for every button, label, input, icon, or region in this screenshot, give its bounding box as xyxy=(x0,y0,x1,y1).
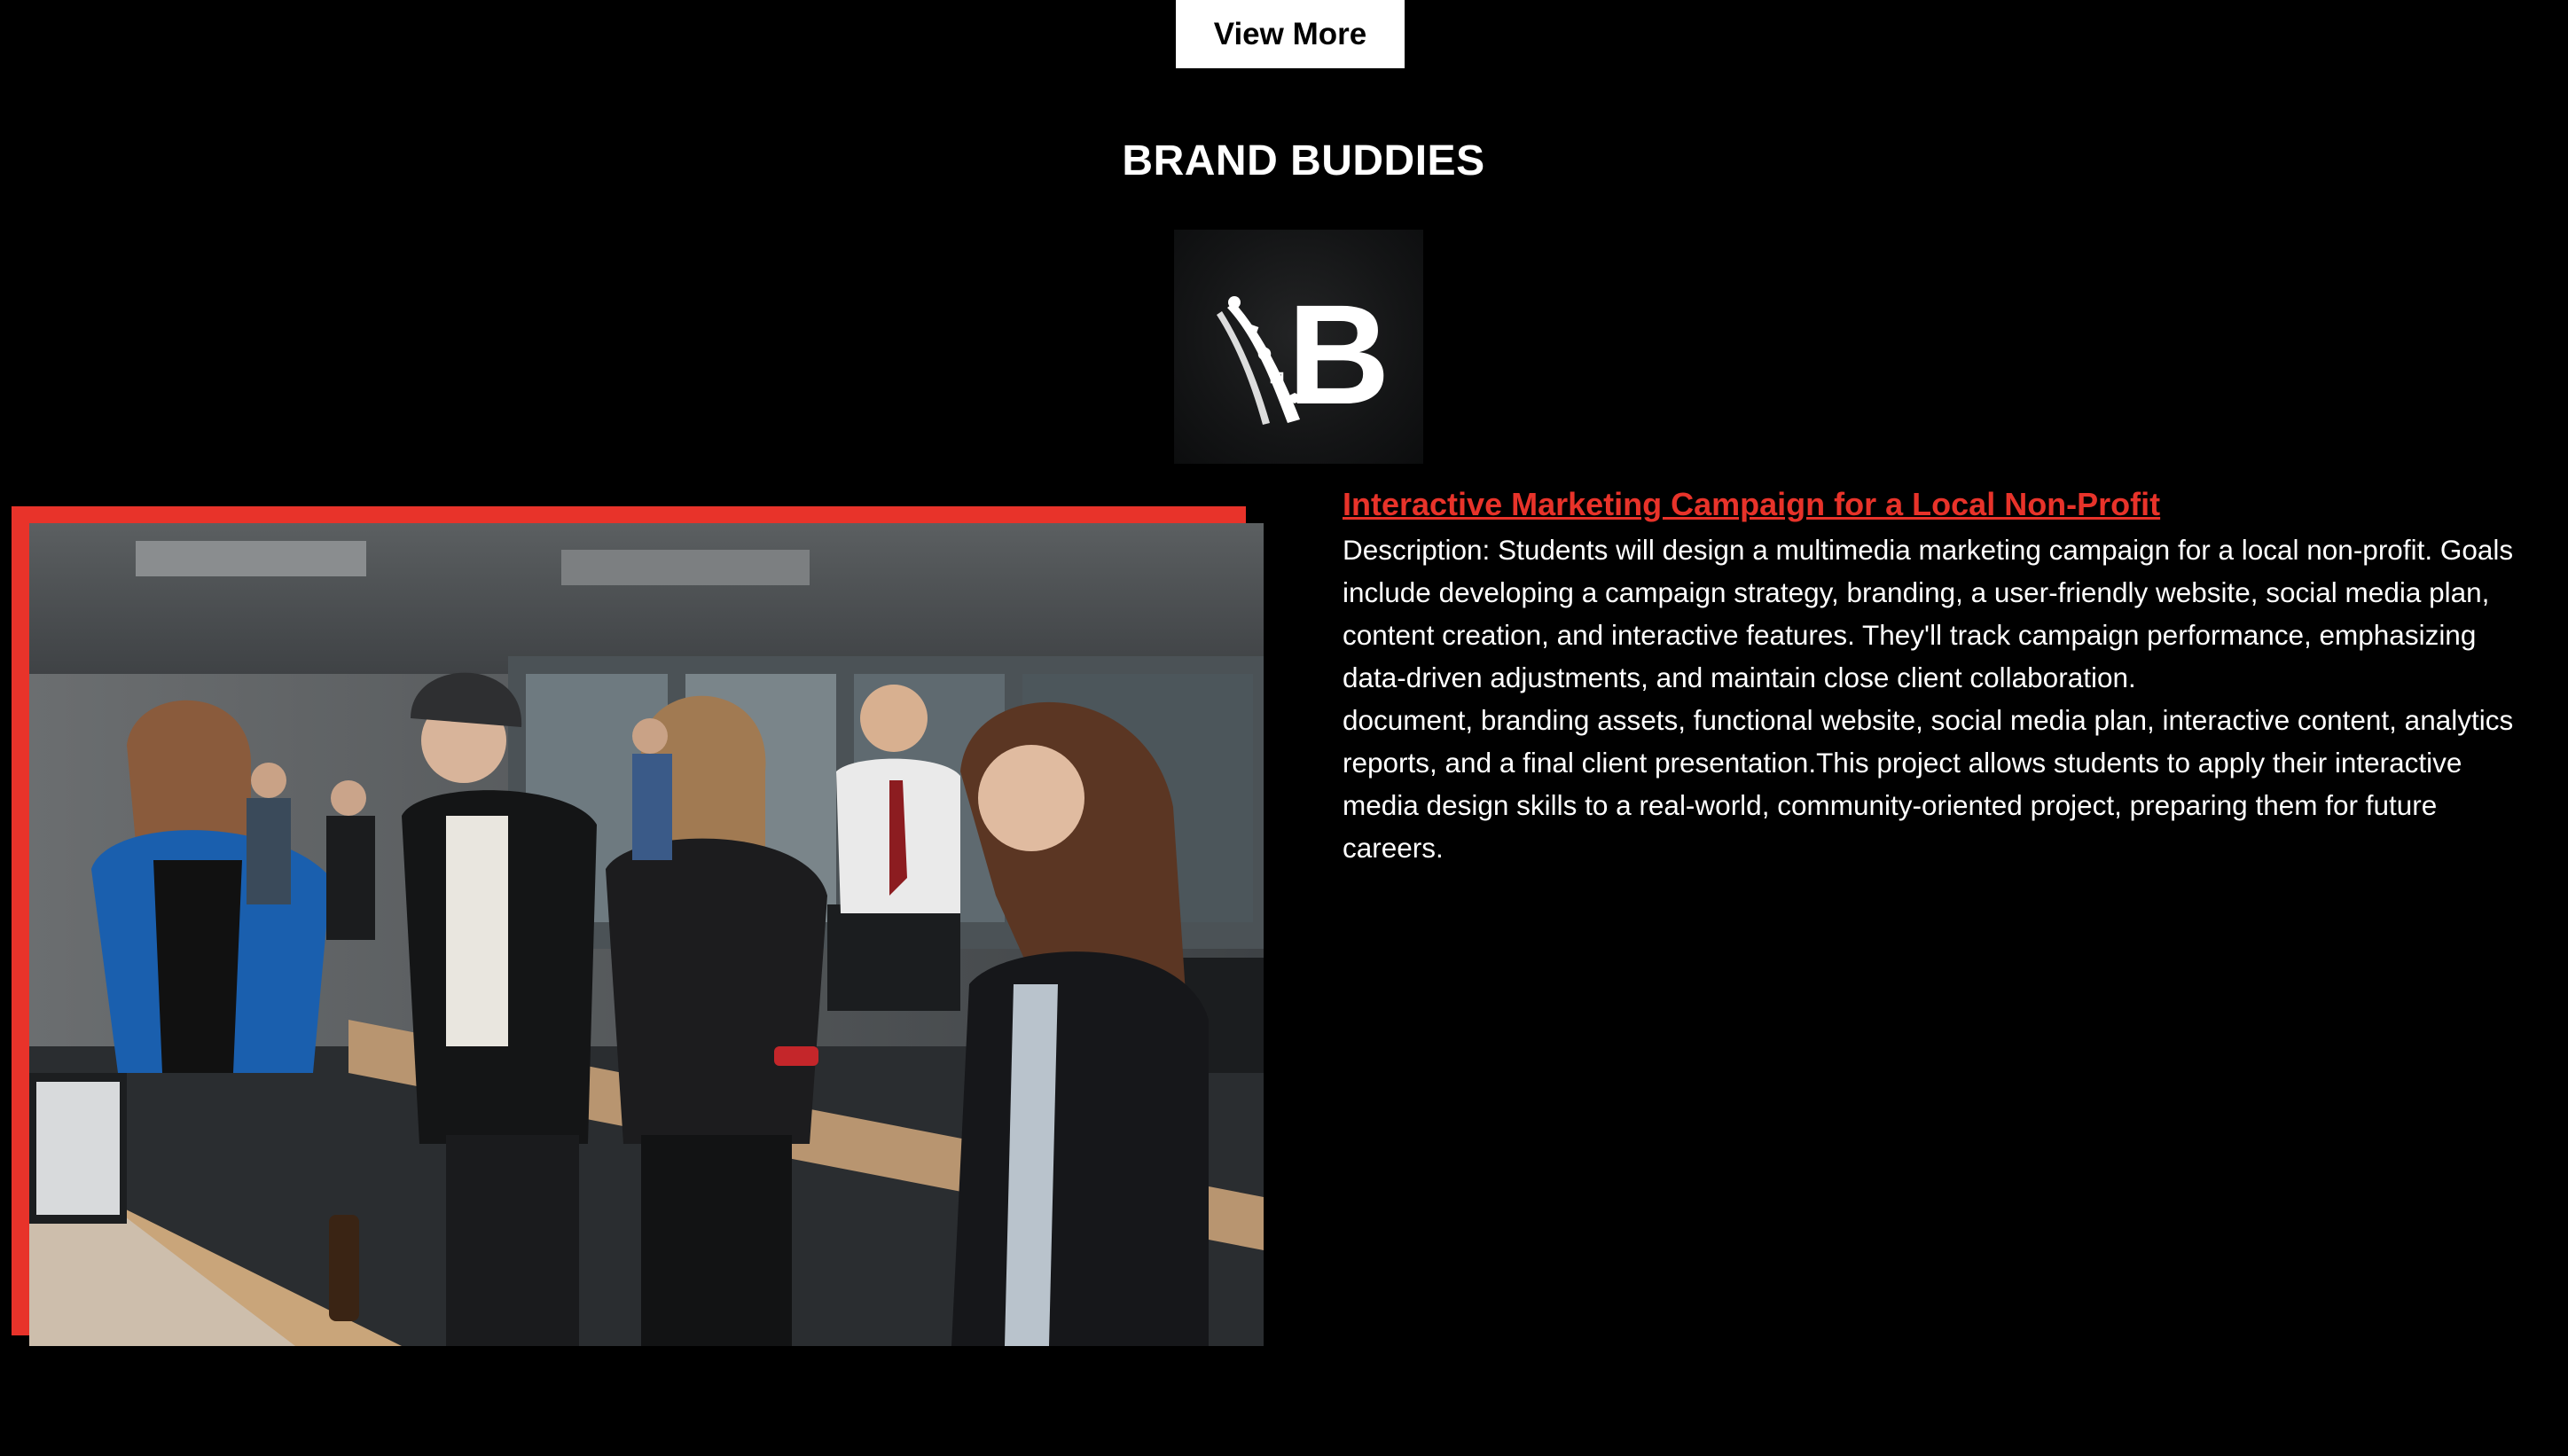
logo-letter: B xyxy=(1288,275,1390,434)
page: View More BRAND BUDDIES B Interactive Ma… xyxy=(0,0,2568,1456)
photo-illustration xyxy=(29,523,1264,1346)
project-title-link[interactable]: Interactive Marketing Campaign for a Loc… xyxy=(1343,486,2160,523)
project-deliverables-text: document, branding assets, functional we… xyxy=(1343,704,2514,864)
view-more-button[interactable]: View More xyxy=(1176,0,1405,68)
project-photo xyxy=(29,523,1264,1346)
project-description: Description: Students will design a mult… xyxy=(1343,528,2540,869)
brand-buddies-logo: B xyxy=(1174,230,1423,464)
section-title: BRAND BUDDIES xyxy=(1122,137,1485,184)
project-description-text: Description: Students will design a mult… xyxy=(1343,534,2514,693)
logo-icon: B xyxy=(1217,275,1390,434)
